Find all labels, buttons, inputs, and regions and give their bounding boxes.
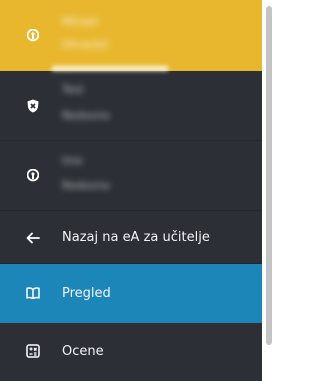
nav-item-ocene[interactable]: Ocene [0, 323, 262, 381]
grades-icon [26, 344, 40, 358]
account-status: Redovno [62, 179, 110, 192]
nav-item-pregled[interactable]: Pregled [0, 264, 262, 323]
account-item[interactable]: Test Redovno [0, 71, 262, 141]
nav-item-label: Ocene [62, 344, 104, 359]
account-name: Ime [62, 154, 83, 167]
account-name: Test [62, 83, 84, 96]
account-item[interactable]: Ime Redovno [0, 141, 262, 211]
arrow-left-icon [26, 231, 40, 245]
account-item-active[interactable]: Mihael Ohrankil [0, 0, 262, 71]
nav-item-label: Nazaj na eA za učitelje [62, 230, 210, 245]
book-open-icon [26, 286, 40, 300]
scrollbar-thumb[interactable] [266, 6, 272, 345]
account-status: Ohrankil [62, 38, 109, 51]
shield-icon [26, 99, 40, 113]
nav-item-label: Pregled [62, 286, 111, 301]
sidebar: Mihael Ohrankil Test Redovno Ime Redovno [0, 0, 262, 381]
account-name: Mihael [62, 15, 99, 28]
lock-icon [26, 169, 40, 183]
lock-icon [26, 29, 40, 43]
nav-item-back[interactable]: Nazaj na eA za učitelje [0, 211, 262, 264]
account-status: Redovno [62, 109, 110, 122]
